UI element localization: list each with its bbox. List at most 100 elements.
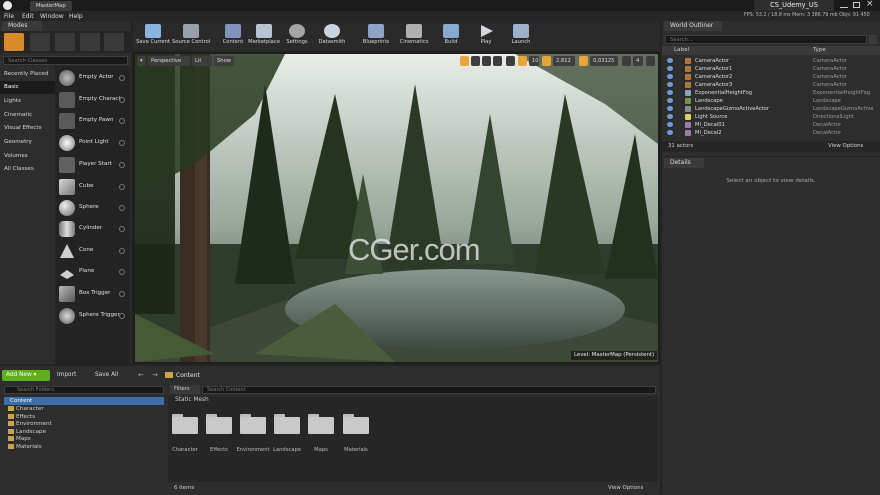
viewport[interactable]: CGer.com (135, 54, 658, 362)
asset-folder-maps[interactable] (308, 414, 334, 434)
place-mode-icon[interactable] (4, 33, 24, 51)
rotation-snap-icon[interactable] (542, 56, 551, 66)
content-view-options[interactable]: View Options (608, 482, 643, 494)
help-icon[interactable] (119, 269, 125, 275)
menu-window[interactable]: Window (40, 12, 64, 21)
visibility-eye-icon[interactable] (667, 82, 673, 87)
save-current-button[interactable]: Save Current (134, 23, 172, 49)
visibility-eye-icon[interactable] (667, 106, 673, 111)
content-path[interactable]: Content (176, 372, 200, 379)
actor-sphere-trigger[interactable]: Sphere Trigger (57, 306, 129, 327)
import-button[interactable]: Import (57, 372, 76, 378)
source-control-button[interactable]: Source Control (172, 23, 210, 49)
visibility-eye-icon[interactable] (667, 114, 673, 119)
camera-speed-icon[interactable] (622, 56, 631, 66)
world-outliner-tab[interactable]: World Outliner (664, 21, 722, 31)
outliner-row[interactable]: ExponentialHeightFog ExponentialHeightFog (663, 89, 879, 97)
play-button[interactable]: Play (467, 23, 505, 49)
outliner-view-options[interactable]: View Options (828, 141, 863, 152)
cinematics-button[interactable]: Cinematics (395, 23, 433, 49)
grid-size-value[interactable]: 10 (529, 56, 539, 66)
menu-help[interactable]: Help (69, 12, 83, 21)
filters-button[interactable]: Filters (170, 385, 200, 394)
actor-sphere[interactable]: Sphere (57, 198, 129, 219)
back-arrow-icon[interactable]: ← (138, 371, 144, 379)
category-basic[interactable]: Basic (0, 81, 55, 94)
menu-file[interactable]: File (4, 12, 14, 21)
visibility-eye-icon[interactable] (667, 74, 673, 79)
category-volumes[interactable]: Volumes (0, 150, 55, 163)
asset-folder-materials[interactable] (343, 414, 369, 434)
tree-item-landscape[interactable]: Landscape (8, 429, 46, 435)
scale-snap-icon[interactable] (579, 56, 588, 66)
label-column-header[interactable]: Label (674, 46, 689, 55)
outliner-row[interactable]: MI_Decal01 DecalActor (663, 121, 879, 129)
help-icon[interactable] (119, 118, 125, 124)
category-lights[interactable]: Lights (0, 95, 55, 108)
asset-folder-environment[interactable] (240, 414, 266, 434)
visibility-eye-icon[interactable] (667, 90, 673, 95)
help-icon[interactable] (119, 184, 125, 190)
actor-player-start[interactable]: Player Start (57, 155, 129, 176)
help-icon[interactable] (119, 291, 125, 297)
actor-box-trigger[interactable]: Box Trigger (57, 284, 129, 305)
surface-snap-icon[interactable] (506, 56, 515, 66)
help-icon[interactable] (119, 205, 125, 211)
camera-value[interactable]: 4 (633, 56, 643, 66)
foliage-mode-icon[interactable] (80, 33, 100, 51)
help-icon[interactable] (119, 248, 125, 254)
actor-empty-pawn[interactable]: Empty Pawn (57, 111, 129, 132)
lit-button[interactable]: Lit (192, 56, 212, 66)
add-new-button[interactable]: Add New ▾ (2, 370, 50, 381)
datasmith-button[interactable]: Datasmith (313, 23, 351, 49)
tree-root-content[interactable]: Content (4, 397, 164, 405)
visibility-eye-icon[interactable] (667, 130, 673, 135)
paint-mode-icon[interactable] (30, 33, 50, 51)
outliner-settings-icon[interactable] (869, 35, 877, 44)
outliner-row[interactable]: CameraActor1 CameraActor (663, 65, 879, 73)
tree-item-materials[interactable]: Materials (8, 444, 42, 450)
category-all-classes[interactable]: All Classes (0, 163, 55, 176)
actor-cube[interactable]: Cube (57, 177, 129, 198)
outliner-row[interactable]: Landscape Landscape (663, 97, 879, 105)
menu-edit[interactable]: Edit (22, 12, 34, 21)
asset-folder-character[interactable] (172, 414, 198, 434)
landscape-mode-icon[interactable] (55, 33, 75, 51)
settings-button[interactable]: Settings (278, 23, 316, 49)
save-all-button[interactable]: Save All (95, 372, 118, 378)
world-space-icon[interactable] (493, 56, 502, 66)
outliner-row[interactable]: Light Source DirectionalLight (663, 113, 879, 121)
help-icon[interactable] (119, 226, 125, 232)
asset-folder-effects[interactable] (206, 414, 232, 434)
translate-icon[interactable] (460, 56, 469, 66)
actor-plane[interactable]: Plane (57, 262, 129, 283)
close-window-icon[interactable]: × (866, 0, 874, 9)
details-tab[interactable]: Details (664, 158, 704, 168)
viewport-options-icon[interactable]: ▾ (137, 56, 146, 66)
actor-point-light[interactable]: Point Light (57, 133, 129, 154)
category-recently-placed[interactable]: Recently Placed (0, 68, 55, 81)
help-icon[interactable] (119, 75, 125, 81)
actor-empty-character[interactable]: Empty Charact (57, 90, 129, 111)
visibility-eye-icon[interactable] (667, 98, 673, 103)
outliner-row[interactable]: CameraActor2 CameraActor (663, 73, 879, 81)
maximize-viewport-icon[interactable] (646, 56, 655, 66)
outliner-row[interactable]: CameraActor CameraActor (663, 57, 879, 65)
help-icon[interactable] (119, 313, 125, 319)
rotate-icon[interactable] (471, 56, 480, 66)
outliner-search-input[interactable]: Search... (665, 35, 867, 44)
visibility-eye-icon[interactable] (667, 66, 673, 71)
visibility-eye-icon[interactable] (667, 122, 673, 127)
geometry-mode-icon[interactable] (104, 33, 124, 51)
build-button[interactable]: Build (432, 23, 470, 49)
outliner-row[interactable]: MI_Decal2 DecalActor (663, 129, 879, 137)
tree-item-maps[interactable]: Maps (8, 436, 31, 442)
maximize-icon[interactable] (853, 2, 860, 8)
forward-arrow-icon[interactable]: → (152, 371, 158, 379)
level-tab[interactable]: MasterMap (30, 1, 72, 11)
help-icon[interactable] (119, 140, 125, 146)
type-column-header[interactable]: Type (813, 46, 826, 55)
help-icon[interactable] (119, 162, 125, 168)
minimize-icon[interactable] (840, 2, 848, 8)
category-visual-effects[interactable]: Visual Effects (0, 122, 55, 135)
